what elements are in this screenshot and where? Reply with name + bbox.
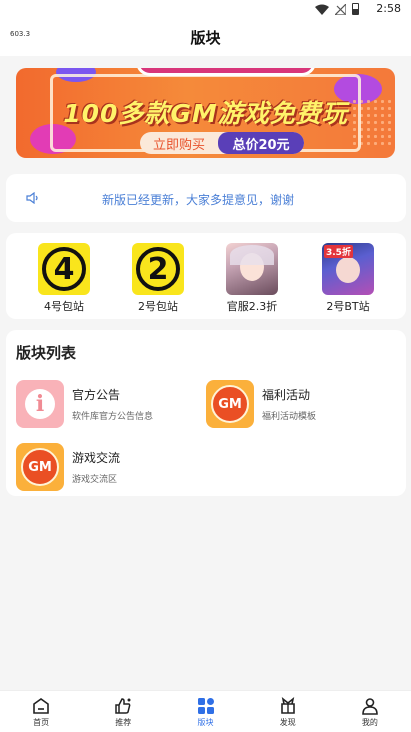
- tab-label: 发现: [279, 718, 296, 727]
- tab-discover[interactable]: 发现: [247, 691, 329, 732]
- forum-item-game-chat[interactable]: GM 游戏交流 游戏交流区: [16, 443, 120, 491]
- quick-link-2-station[interactable]: 2 2号包站: [118, 243, 198, 314]
- status-time: 2:58: [376, 2, 401, 15]
- game-character-icon: 3.5折: [322, 243, 374, 295]
- section-title: 版块列表: [16, 344, 77, 362]
- forum-name: 福利活动: [262, 388, 311, 402]
- game-character-icon: [226, 243, 278, 295]
- announcement-bar[interactable]: 新版已经更新，大家多提意见，谢谢: [6, 174, 406, 222]
- announcement-text: 新版已经更新，大家多提意见，谢谢: [102, 193, 295, 207]
- promo-banner[interactable]: 100多款GM游戏免费玩 立即购买 总价20元: [16, 68, 395, 158]
- banner-buy-pill[interactable]: 立即购买 总价20元: [140, 132, 304, 154]
- quick-link-label: 4号包站: [44, 300, 84, 313]
- gm-logo-icon: GM: [16, 443, 64, 491]
- bottom-tab-bar: 首页 推荐 版块 发现 我的: [0, 690, 411, 732]
- forum-name: 游戏交流: [72, 451, 121, 465]
- forum-desc: 游戏交流区: [72, 475, 118, 485]
- forum-section-list: 版块列表 i 官方公告 软件库官方公告信息 GM 福利活动 福利活动模板 GM …: [6, 330, 406, 496]
- banner-price: 总价20元: [218, 132, 304, 154]
- quick-link-4-station[interactable]: 4 4号包站: [24, 243, 104, 314]
- grid-icon: [197, 698, 214, 714]
- number-2-icon: 2: [132, 243, 184, 295]
- discount-tag: 3.5折: [324, 245, 353, 258]
- banner-headline: 100多款GM游戏免费玩: [63, 99, 348, 128]
- tab-recommend[interactable]: 推荐: [82, 691, 164, 732]
- forum-item-announcements[interactable]: i 官方公告 软件库官方公告信息: [16, 380, 153, 428]
- tab-label: 推荐: [115, 718, 132, 727]
- number-4-icon: 4: [38, 243, 90, 295]
- tab-sections[interactable]: 版块: [164, 691, 246, 732]
- banner-top-bar: [136, 68, 316, 76]
- buy-now-button[interactable]: 立即购买: [140, 134, 218, 153]
- number-4-glyph: 4: [42, 247, 86, 291]
- tab-label: 首页: [33, 718, 50, 727]
- wifi-icon: [315, 4, 329, 15]
- tab-label: 版块: [197, 718, 214, 727]
- status-icons: [315, 3, 359, 15]
- quick-links: 4 4号包站 2 2号包站 官服2.3折 3.5折 2号BT站: [6, 233, 406, 319]
- status-bar: 2:58: [0, 0, 411, 18]
- forum-name: 官方公告: [72, 388, 121, 402]
- number-2-glyph: 2: [136, 247, 180, 291]
- battery-icon: [352, 3, 359, 15]
- info-icon: i: [16, 380, 64, 428]
- thumbs-up-icon: [115, 698, 131, 714]
- forum-desc: 福利活动模板: [262, 412, 317, 422]
- gm-logo-text: GM: [21, 448, 59, 486]
- quick-link-label: 官服2.3折: [226, 300, 278, 313]
- page-title: 版块: [190, 29, 221, 47]
- quick-link-bt-station[interactable]: 3.5折 2号BT站: [308, 243, 388, 314]
- home-icon: [33, 698, 49, 714]
- no-signal-icon: [335, 3, 346, 15]
- forum-desc: 软件库官方公告信息: [72, 412, 154, 422]
- tab-label: 我的: [361, 718, 378, 727]
- speaker-icon: [26, 192, 38, 204]
- user-icon: [362, 698, 378, 715]
- page-header: 603.3 版块: [0, 18, 411, 56]
- tab-home[interactable]: 首页: [0, 691, 82, 732]
- quick-link-label: 2号包站: [138, 300, 178, 313]
- tab-profile[interactable]: 我的: [329, 691, 411, 732]
- gm-logo-text: GM: [211, 385, 249, 423]
- quick-link-official[interactable]: 官服2.3折: [212, 243, 292, 314]
- gift-icon: [280, 697, 295, 714]
- gm-logo-icon: GM: [206, 380, 254, 428]
- forum-item-welfare[interactable]: GM 福利活动 福利活动模板: [206, 380, 316, 428]
- quick-link-label: 2号BT站: [326, 300, 370, 313]
